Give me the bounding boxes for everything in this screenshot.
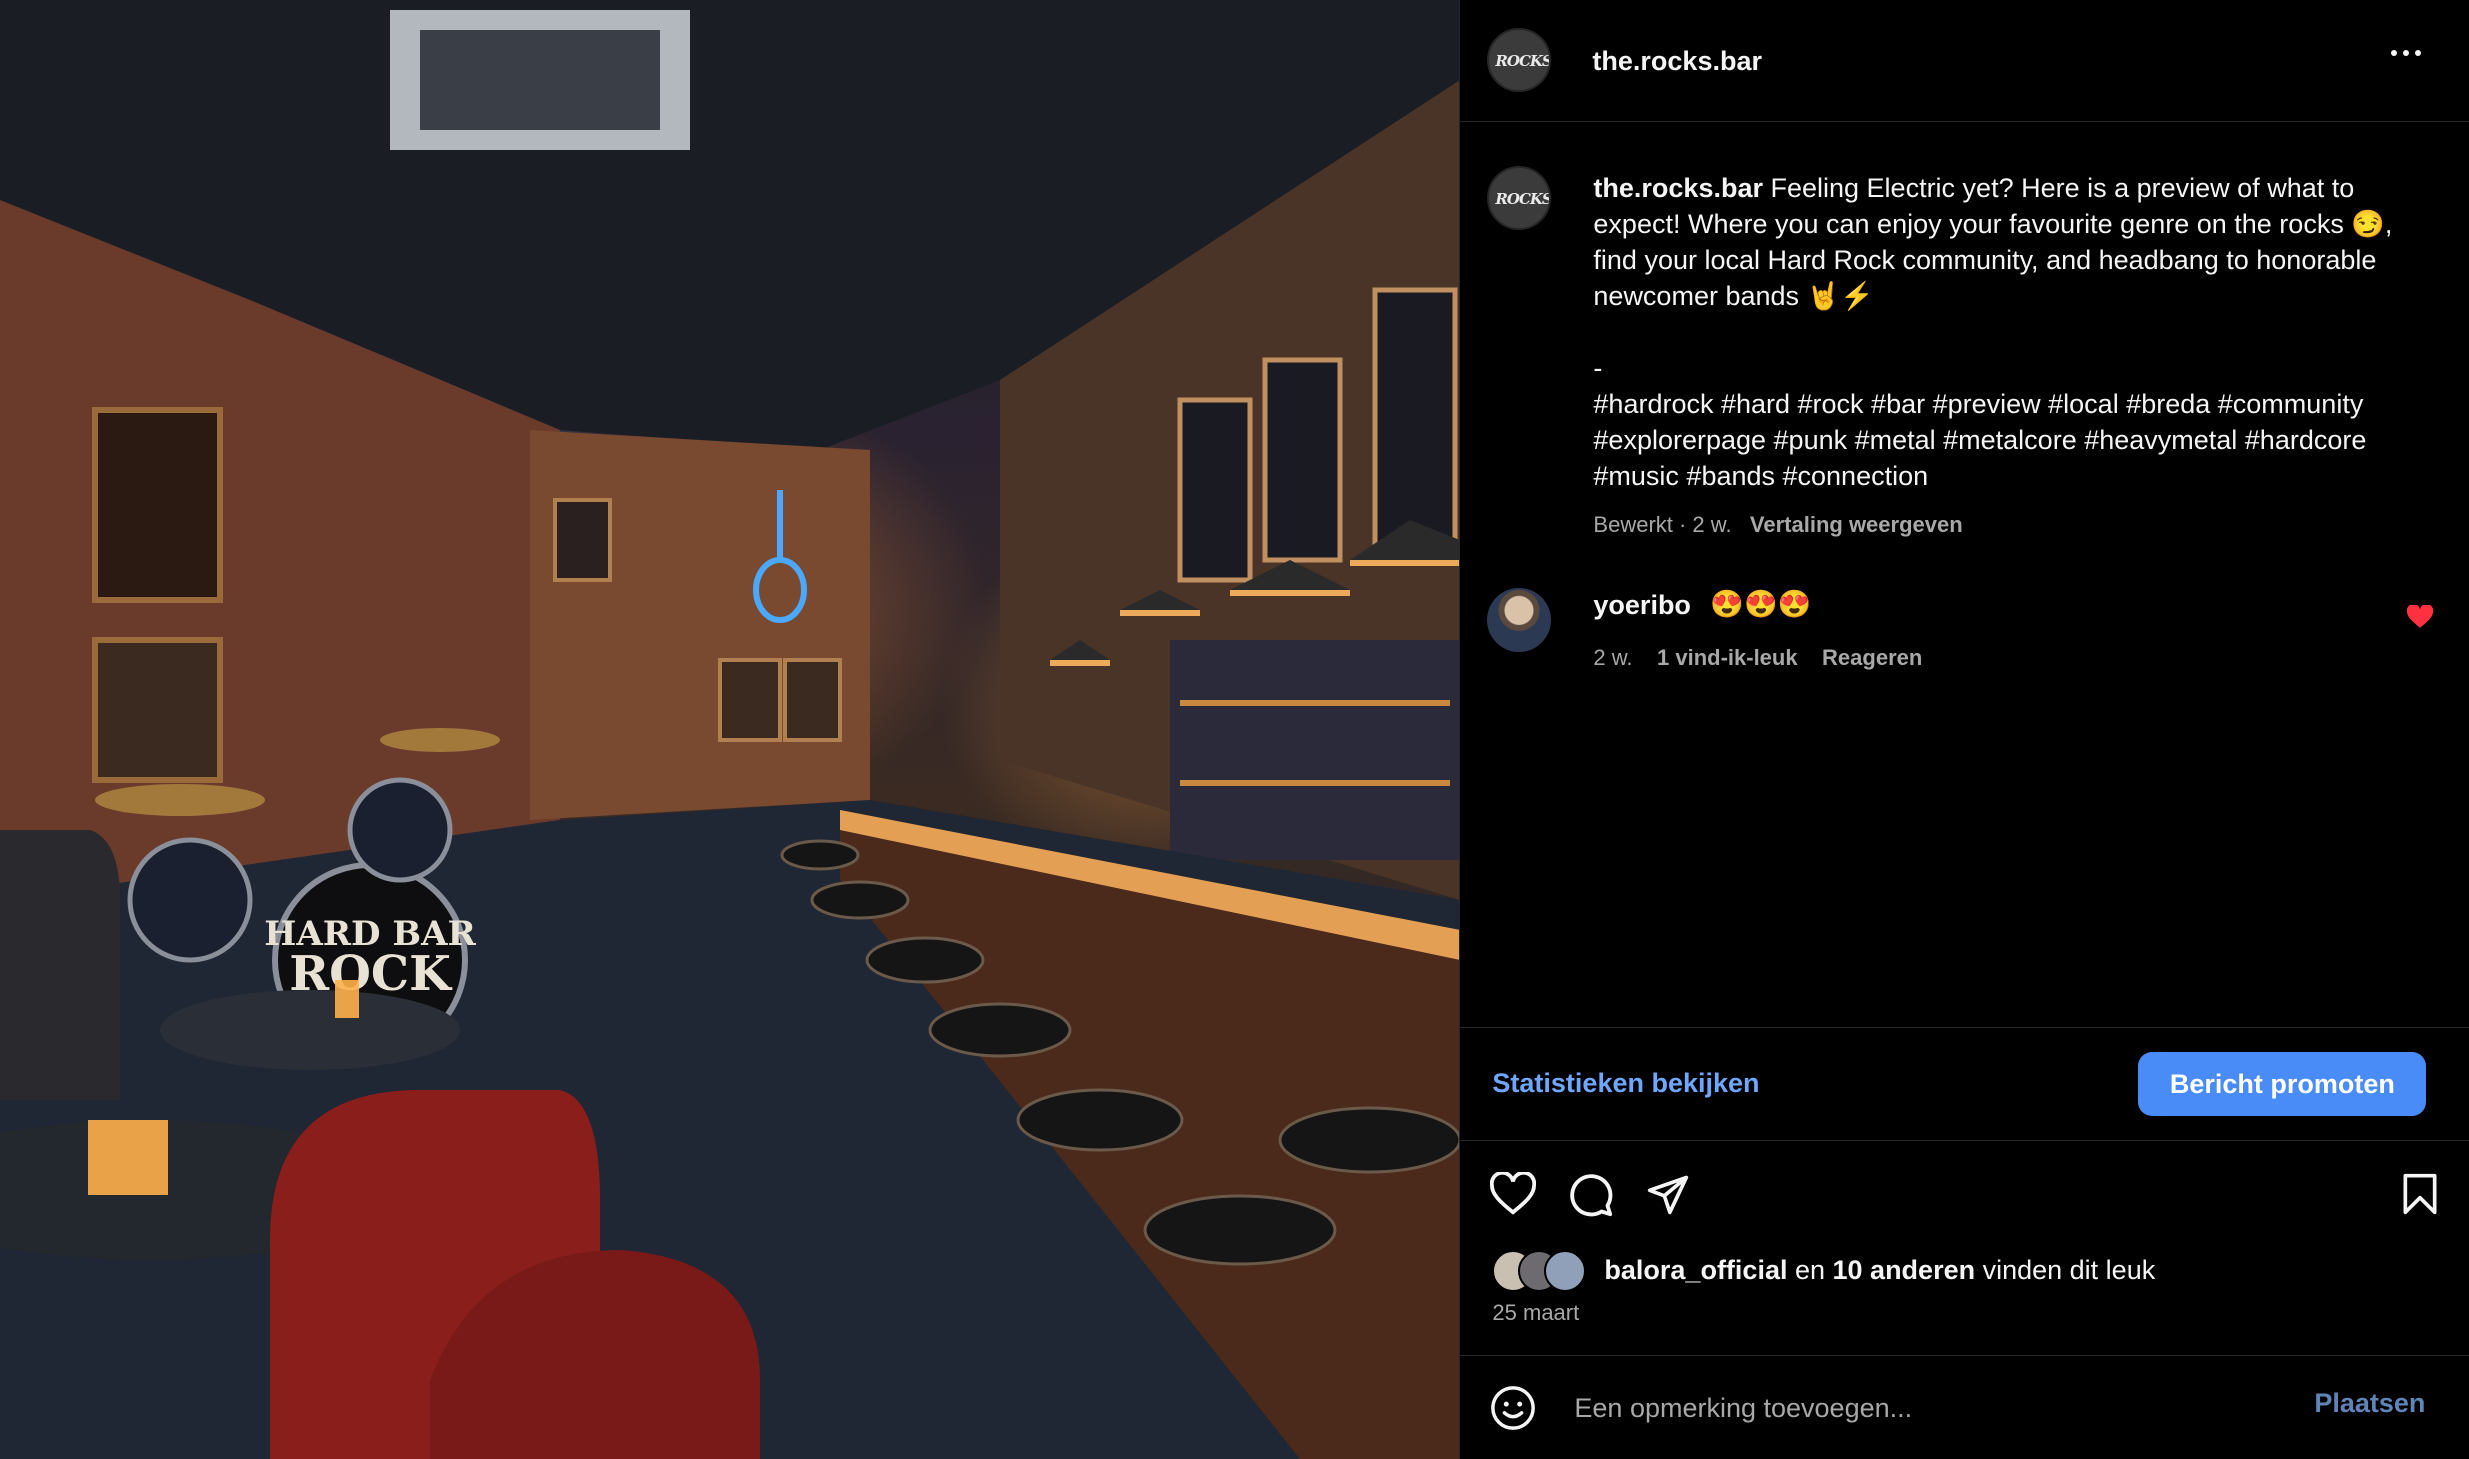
likes-summary[interactable]: balora_official en 10 anderen vinden dit… [1492,1250,2156,1292]
likes-suffix: vinden dit leuk [1975,1254,2156,1285]
comment-likes[interactable]: 1 vind-ik-leuk [1657,645,1798,670]
comment-input[interactable] [1572,1385,2277,1431]
caption-meta: Bewerkt · 2 w. Vertaling weergeven [1593,512,1962,538]
comment-username[interactable]: yoeribo [1593,590,1691,621]
post-side-panel: ROCKS the.rocks.bar ROCKS the.rocks.bar … [1459,0,2469,1459]
promote-post-button[interactable]: Bericht promoten [2138,1052,2427,1116]
post-caption: the.rocks.bar Feeling Electric yet? Here… [1593,170,2423,494]
caption-username[interactable]: the.rocks.bar [1593,173,1763,203]
bar-illustration: HARD BAR ROCK [0,0,1460,1459]
commenter-avatar[interactable] [1487,588,1552,652]
view-insights-link[interactable]: Statistieken bekijken [1492,1068,1759,1099]
more-horizontal-icon[interactable] [2391,50,2422,56]
comment-icon[interactable] [1568,1172,1614,1218]
add-comment-bar: Plaatsen [1460,1355,2469,1459]
account-avatar[interactable]: ROCKS [1487,28,1552,92]
divider [1460,1027,2469,1028]
caption-avatar-logo: ROCKS [1495,190,1552,208]
likes-connector: en [1787,1254,1833,1285]
comment-meta: 2 w. 1 vind-ik-leuk Reageren [1593,645,1922,671]
bookmark-icon[interactable] [2400,1172,2440,1216]
liker-avatars [1492,1250,1592,1292]
divider [1460,1140,2469,1141]
avatar-logo: ROCKS [1495,52,1552,70]
instagram-post-view: HARD BAR ROCK ROCKS the.rocks.bar ROCKS … [0,0,2469,1459]
divider [1460,1355,2469,1356]
post-comment-button[interactable]: Plaatsen [2308,1387,2431,1420]
heart-icon[interactable] [1490,1172,1537,1216]
reply-button[interactable]: Reageren [1822,645,1922,670]
emoji-icon[interactable] [1490,1385,1536,1431]
liker-avatar [1544,1250,1587,1292]
caption-edited: Bewerkt · 2 w. [1593,512,1732,537]
comment-heart-icon[interactable] [2407,605,2433,629]
comment-age: 2 w. [1593,645,1633,670]
likes-others[interactable]: 10 anderen [1833,1255,1976,1286]
share-icon[interactable] [1646,1172,1690,1216]
post-header: ROCKS the.rocks.bar [1460,0,2469,122]
caption-avatar[interactable]: ROCKS [1487,166,1552,230]
post-image[interactable]: HARD BAR ROCK [0,0,1460,1459]
header-username[interactable]: the.rocks.bar [1592,46,1762,77]
caption-text: Feeling Electric yet? Here is a preview … [1593,173,2393,491]
translate-link[interactable]: Vertaling weergeven [1750,512,1963,537]
comment-text: 😍😍😍 [1710,589,1812,619]
liker-username[interactable]: balora_official [1604,1255,1787,1286]
post-date: 25 maart [1492,1300,1580,1325]
